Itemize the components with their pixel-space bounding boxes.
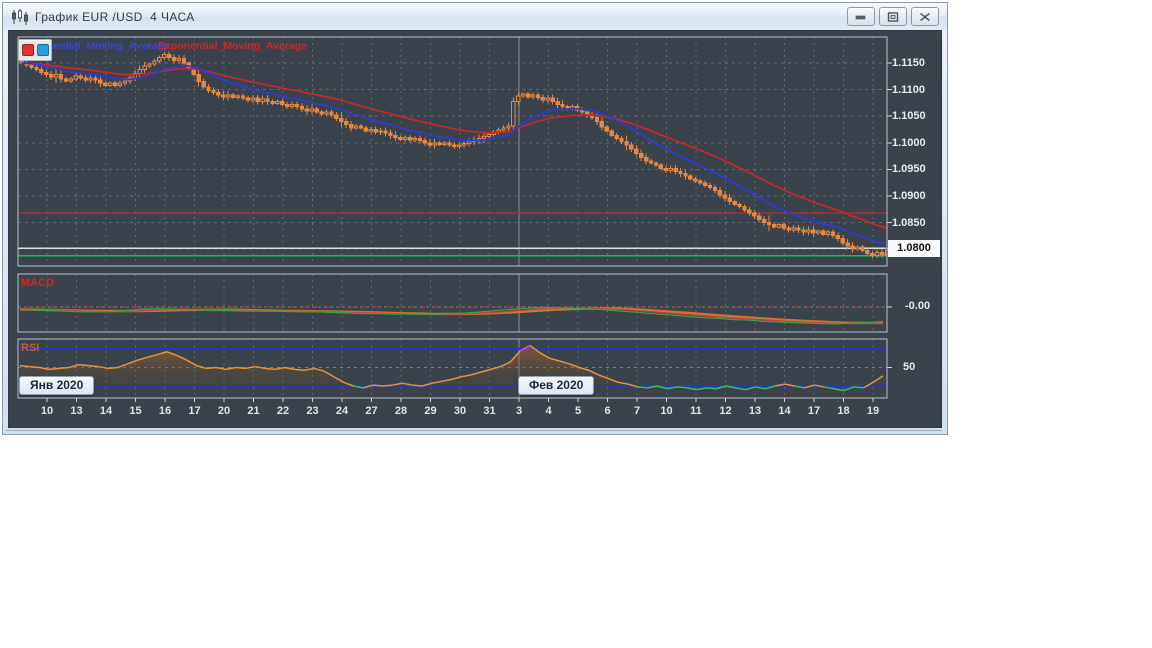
chart-area[interactable]: Exponential_Moving_Average Exponential_M…: [8, 30, 942, 428]
rsi-axis-label: 50: [903, 361, 916, 373]
time-label: 15: [129, 405, 142, 417]
grid-layer: [46, 37, 874, 266]
time-label: 29: [424, 405, 437, 417]
price-gridlines: [18, 62, 887, 250]
month-button-jan[interactable]: Янв 2020: [19, 376, 95, 395]
macd-lines: [19, 307, 884, 325]
time-label: 13: [70, 405, 83, 417]
current-price-box: 1.0800: [888, 240, 940, 258]
time-label: 31: [483, 405, 496, 417]
time-label: 19: [866, 405, 880, 417]
blue-swatch-button[interactable]: [37, 44, 49, 56]
time-ticks: [46, 398, 874, 402]
window-controls: [847, 7, 939, 26]
titlebar[interactable]: График EUR /USD 4 ЧАСА: [3, 3, 947, 30]
time-label: 17: [807, 405, 821, 417]
chart-window: График EUR /USD 4 ЧАСА Exponential_Movin…: [2, 2, 948, 435]
time-label: 17: [188, 405, 201, 417]
time-label: 20: [217, 405, 231, 417]
time-label: 14: [99, 405, 113, 417]
time-label: 27: [365, 405, 378, 417]
candlestick-chart-icon: [11, 8, 29, 25]
window-bottom-groove: [6, 430, 942, 431]
indicator-swatch-toolbar: [18, 39, 52, 61]
time-label: 5: [574, 405, 582, 417]
time-label: 30: [453, 405, 467, 417]
time-label: 11: [690, 405, 702, 417]
maximize-button[interactable]: [879, 7, 907, 26]
price-label: 1.1100: [892, 83, 926, 96]
close-button[interactable]: [911, 7, 939, 26]
time-label: 23: [306, 405, 319, 417]
candles-layer: [19, 51, 887, 259]
time-label: 3: [515, 405, 523, 417]
time-label: 6: [604, 405, 611, 417]
time-label: 13: [748, 405, 762, 417]
panel-border: [17, 273, 888, 333]
time-label: 28: [394, 405, 408, 417]
price-label: 1.1150: [892, 57, 926, 69]
price-label: 1.0950: [892, 163, 926, 176]
time-label: 10: [660, 405, 673, 417]
time-label: 24: [335, 405, 349, 417]
close-icon: [920, 12, 930, 21]
price-label: 1.0850: [892, 216, 926, 229]
legend-ema-slow: Exponential_Moving_Average: [158, 40, 307, 52]
time-label: 21: [247, 405, 260, 417]
maximize-icon: [887, 11, 899, 22]
minimize-button[interactable]: [847, 7, 875, 26]
price-label: 1.1000: [892, 136, 926, 149]
window-title: График EUR /USD 4 ЧАСА: [35, 9, 195, 24]
time-label: 18: [837, 405, 850, 417]
time-label: 7: [633, 405, 641, 417]
chart-canvas[interactable]: [8, 30, 942, 428]
price-label: 1.1050: [892, 110, 926, 123]
time-label: 12: [719, 405, 732, 417]
time-label: 16: [158, 405, 172, 417]
macd-axis-label: -0.00: [905, 300, 931, 312]
time-label: 22: [276, 405, 290, 417]
grid-layer: [46, 274, 874, 332]
month-button-feb[interactable]: Фев 2020: [518, 376, 595, 395]
panel-border: [17, 36, 888, 267]
minimize-icon: [855, 15, 866, 19]
macd-label: MACD: [21, 277, 54, 289]
red-swatch-button[interactable]: [22, 44, 34, 56]
time-label: 4: [545, 405, 552, 417]
rsi-line: [18, 344, 887, 398]
time-label: 14: [778, 405, 791, 417]
price-label: 1.0900: [892, 190, 926, 202]
rsi-label: RSI: [21, 342, 40, 354]
time-label: 10: [40, 405, 54, 417]
